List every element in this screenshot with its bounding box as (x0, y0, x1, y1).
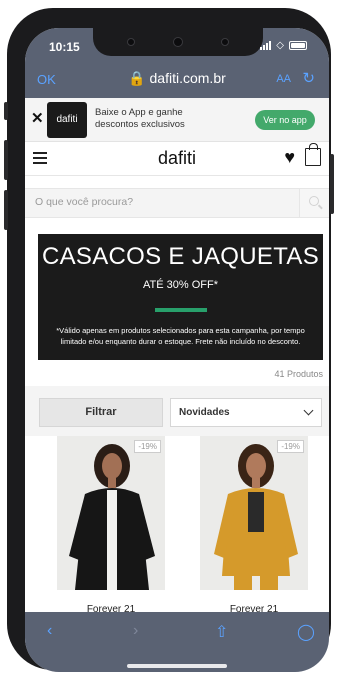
signal-icon (260, 41, 272, 50)
camera-icon (173, 37, 183, 47)
filter-button[interactable]: Filtrar (39, 398, 163, 427)
bag-icon[interactable] (305, 143, 321, 166)
chevron-left-icon[interactable]: ‹ (47, 622, 52, 640)
product-card[interactable]: -19% Forever 21 (57, 436, 165, 615)
url-bar[interactable]: OK 🔒 dafiti.com.br AA ↻ (25, 66, 329, 92)
model-photo (200, 436, 308, 590)
product-image[interactable]: -19% (57, 436, 165, 590)
product-card[interactable]: -19% Forever 21 (200, 436, 308, 615)
filter-sort-row: Filtrar Novidades (25, 386, 329, 436)
app-logo: dafiti (47, 102, 87, 138)
compass-icon[interactable]: ◯ (297, 622, 315, 642)
open-app-button[interactable]: Ver no app (255, 110, 315, 130)
battery-icon (289, 41, 307, 50)
site-header: dafiti ♥ (25, 142, 329, 176)
sort-selected-value: Novidades (179, 407, 230, 418)
promo-banner[interactable]: CASACOS E JAQUETAS ATÉ 30% OFF* *Válido … (38, 234, 323, 360)
phone-frame: 10:15 ◇ OK 🔒 dafiti.com.br AA ↻ ✕ dafiti… (4, 8, 334, 672)
clock: 10:15 (49, 40, 80, 54)
volume-up-button (4, 140, 8, 180)
promo-disclaimer: *Válido apenas em produtos selecionados … (56, 326, 305, 346)
discount-badge: -19% (134, 440, 161, 453)
model-photo (57, 436, 165, 590)
app-banner: ✕ dafiti Baixe o App e ganhe descontos e… (25, 98, 329, 142)
notch (93, 28, 263, 56)
power-button (330, 154, 334, 214)
search-bar[interactable]: O que você procura? (25, 188, 329, 218)
sensor-icon (221, 38, 229, 46)
discount-badge: -19% (277, 440, 304, 453)
heart-icon[interactable]: ♥ (284, 147, 295, 168)
mute-switch (4, 102, 8, 120)
chevron-down-icon (303, 405, 314, 416)
reader-settings-button[interactable]: AA (276, 73, 291, 85)
sort-select[interactable]: Novidades (170, 398, 322, 427)
wifi-icon: ◇ (276, 40, 284, 51)
product-image[interactable]: -19% (200, 436, 308, 590)
search-icon (309, 196, 319, 206)
browser-toolbar: ‹ › ⇧ ◯ (25, 612, 329, 672)
promo-accent-bar (155, 308, 207, 312)
search-button[interactable] (299, 189, 329, 217)
search-input[interactable]: O que você procura? (35, 196, 133, 208)
home-indicator[interactable] (127, 664, 227, 668)
product-count: 41 Produtos (274, 369, 323, 379)
volume-down-button (4, 190, 8, 230)
sensor-icon (127, 38, 135, 46)
status-icons: ◇ (260, 40, 307, 51)
promo-subtitle: ATÉ 30% OFF* (143, 279, 218, 291)
close-icon[interactable]: ✕ (31, 109, 44, 127)
phone-screen: 10:15 ◇ OK 🔒 dafiti.com.br AA ↻ ✕ dafiti… (25, 28, 329, 672)
promo-title: CASACOS E JAQUETAS (41, 243, 320, 270)
chevron-right-icon[interactable]: › (133, 622, 138, 640)
share-icon[interactable]: ⇧ (215, 622, 228, 642)
browser-chrome-top: 10:15 ◇ OK 🔒 dafiti.com.br AA ↻ (25, 28, 329, 98)
app-banner-message: Baixe o App e ganhe descontos exclusivos (95, 107, 185, 130)
status-bar: 10:15 ◇ (25, 28, 329, 62)
reload-icon[interactable]: ↻ (302, 69, 315, 87)
